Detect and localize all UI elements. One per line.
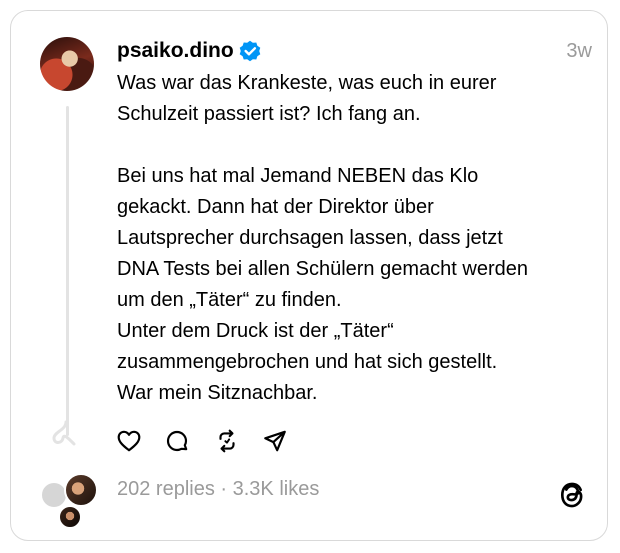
replies-count[interactable]: 202 replies: [117, 478, 215, 500]
threads-logo-icon[interactable]: [558, 480, 586, 510]
replier-avatar: [58, 505, 82, 529]
post-text: Was war das Krankeste, was euch in eurer…: [117, 72, 528, 404]
heart-icon[interactable]: [116, 428, 142, 454]
author-avatar[interactable]: [40, 37, 94, 91]
post-stats: 202 replies · 3.3K likes: [117, 478, 319, 501]
replier-avatars: [38, 471, 98, 531]
post-time: 3w: [566, 40, 592, 62]
thread-curl-icon: [52, 420, 76, 446]
likes-count[interactable]: 3.3K likes: [233, 478, 320, 500]
replier-avatar: [64, 473, 98, 507]
thread-line: [66, 106, 69, 436]
share-icon[interactable]: [262, 428, 288, 454]
author-username[interactable]: psaiko.dino: [117, 39, 234, 63]
comment-icon[interactable]: [164, 428, 190, 454]
verified-badge-icon: [239, 40, 261, 62]
stats-separator: ·: [214, 478, 233, 500]
repost-icon[interactable]: [214, 428, 240, 454]
